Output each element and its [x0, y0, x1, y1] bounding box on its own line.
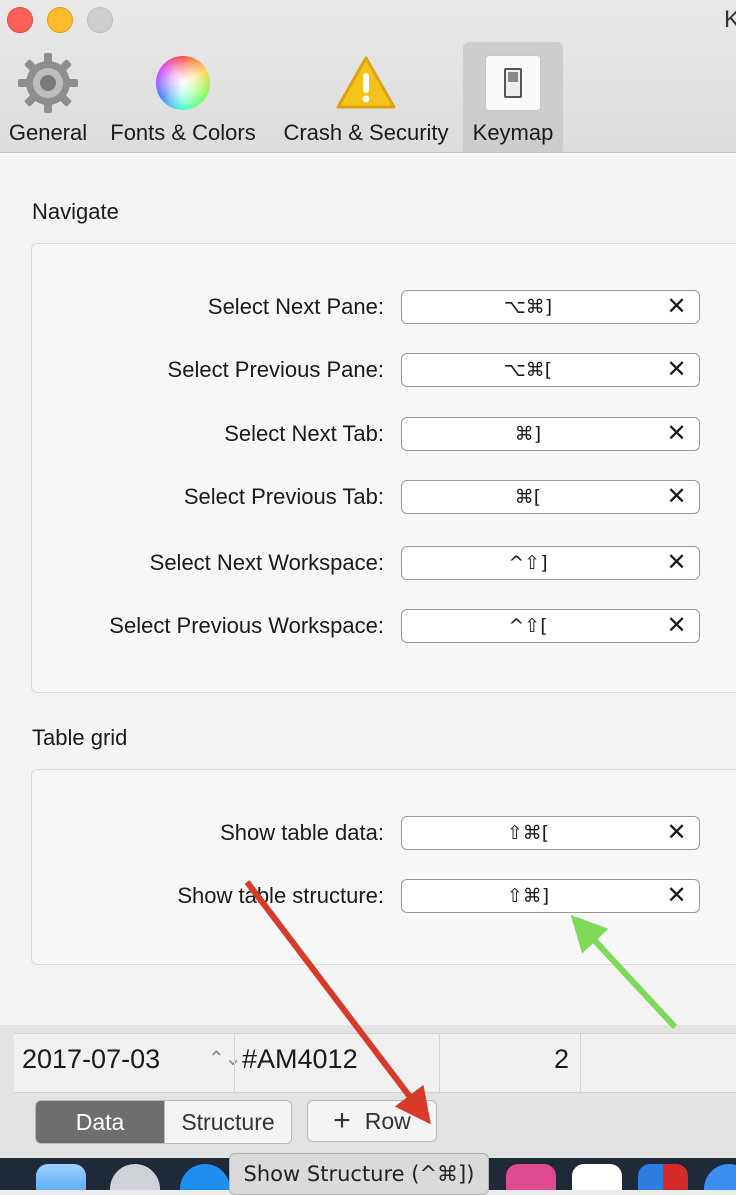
launchpad-icon[interactable] [110, 1164, 160, 1190]
clear-shortcut-button[interactable]: ✕ [654, 816, 700, 850]
shortcut-label: Select Previous Pane: [167, 357, 384, 382]
color-wheel-icon [150, 50, 216, 116]
shortcut-field[interactable]: ⇧⌘[ [401, 816, 655, 850]
window-toolbar: K General Fonts & Colors Crash & Securit… [0, 0, 736, 153]
app-store-icon[interactable] [180, 1164, 230, 1190]
toolbar-item-general[interactable]: General [0, 42, 96, 152]
shortcut-field[interactable]: ⌥⌘[ [401, 353, 655, 387]
shortcut-row-select-previous-pane: Select Previous Pane: ⌥⌘[ ✕ [0, 353, 736, 389]
shortcut-field[interactable]: ⌘] [401, 417, 655, 451]
toolbar-label-keymap: Keymap [472, 120, 554, 145]
shortcut-label: Show table data: [220, 820, 384, 845]
app-blue-icon[interactable] [704, 1164, 736, 1190]
gear-icon [15, 50, 81, 116]
clear-shortcut-button[interactable]: ✕ [654, 546, 700, 580]
window-title: K [723, 6, 736, 33]
plus-icon: + [333, 1104, 351, 1137]
tab-structure[interactable]: Structure [164, 1101, 291, 1143]
shortcut-label: Show table structure: [177, 883, 384, 908]
shortcut-field[interactable]: ⇧⌘] [401, 879, 655, 913]
navigate-section-title: Navigate [32, 199, 119, 224]
toolbar-label-fonts-colors: Fonts & Colors [110, 120, 256, 145]
tab-data[interactable]: Data [36, 1101, 164, 1143]
shortcut-row-show-table-data: Show table data: ⇧⌘[ ✕ [0, 816, 736, 852]
shortcut-field[interactable]: ^⇧[ [401, 609, 655, 643]
table-grid-section-title: Table grid [32, 725, 128, 750]
warning-icon [333, 50, 399, 116]
shortcut-field[interactable]: ⌥⌘] [401, 290, 655, 324]
shortcut-label: Select Previous Tab: [183, 484, 384, 509]
table-view-area: 2017-07-03 ⌃⌄ #AM4012 2 Data Structure +… [0, 1025, 736, 1158]
column-divider [439, 1034, 440, 1092]
shortcut-field[interactable]: ⌘[ [401, 480, 655, 514]
keymap-panel: Navigate Select Next Pane: ⌥⌘] ✕ Select … [0, 153, 736, 1025]
clear-shortcut-button[interactable]: ✕ [654, 353, 700, 387]
finder-icon[interactable] [36, 1164, 86, 1190]
clear-shortcut-button[interactable]: ✕ [654, 609, 700, 643]
toolbar-item-fonts-colors[interactable]: Fonts & Colors [100, 42, 266, 152]
shortcut-label: Select Next Pane: [207, 294, 384, 319]
toolbar-label-crash-security: Crash & Security [283, 120, 449, 145]
close-window-button[interactable] [7, 7, 33, 33]
column-divider [234, 1034, 235, 1092]
shortcut-field[interactable]: ^⇧] [401, 546, 655, 580]
app-stats-icon[interactable] [638, 1164, 688, 1190]
shortcut-label: Select Previous Workspace: [109, 613, 384, 638]
shortcut-row-select-previous-workspace: Select Previous Workspace: ^⇧[ ✕ [0, 609, 736, 645]
shortcut-row-select-next-pane: Select Next Pane: ⌥⌘] ✕ [0, 290, 736, 326]
shortcut-row-select-next-workspace: Select Next Workspace: ^⇧] ✕ [0, 546, 736, 582]
code-cell[interactable]: #AM4012 [242, 1044, 358, 1075]
date-cell[interactable]: 2017-07-03 [22, 1044, 160, 1075]
toolbar-item-keymap[interactable]: Keymap [463, 42, 563, 152]
clear-shortcut-button[interactable]: ✕ [654, 290, 700, 324]
add-row-label: Row [364, 1107, 411, 1134]
table-grid-group [31, 769, 736, 965]
table-row[interactable]: 2017-07-03 ⌃⌄ #AM4012 2 [14, 1033, 736, 1093]
shortcut-row-show-table-structure: Show table structure: ⇧⌘] ✕ [0, 879, 736, 915]
column-divider [580, 1034, 581, 1092]
stepper-icon[interactable]: ⌃⌄ [208, 1046, 242, 1070]
minimize-window-button[interactable] [47, 7, 73, 33]
shortcut-row-select-next-tab: Select Next Tab: ⌘] ✕ [0, 417, 736, 453]
toolbar-label-general: General [8, 120, 88, 145]
switch-icon [480, 50, 546, 116]
app-pink-icon[interactable] [506, 1164, 556, 1190]
shortcut-label: Select Next Workspace: [149, 550, 384, 575]
clear-shortcut-button[interactable]: ✕ [654, 417, 700, 451]
clear-shortcut-button[interactable]: ✕ [654, 879, 700, 913]
shortcut-row-select-previous-tab: Select Previous Tab: ⌘[ ✕ [0, 480, 736, 516]
count-cell[interactable]: 2 [554, 1044, 569, 1075]
clear-shortcut-button[interactable]: ✕ [654, 480, 700, 514]
app-white-icon[interactable] [572, 1164, 622, 1190]
tooltip: Show Structure (^⌘]) [229, 1153, 489, 1195]
zoom-window-button[interactable] [87, 7, 113, 33]
shortcut-label: Select Next Tab: [224, 421, 384, 446]
add-row-button[interactable]: + Row [307, 1100, 437, 1142]
toolbar-item-crash-security[interactable]: Crash & Security [272, 42, 460, 152]
view-segmented-control: Data Structure [35, 1100, 292, 1144]
